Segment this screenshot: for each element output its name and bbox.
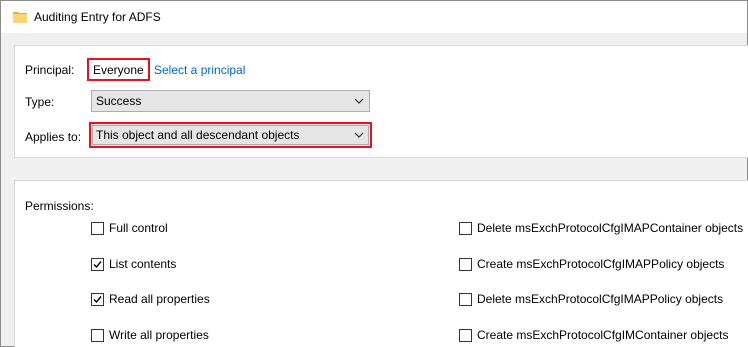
checkbox[interactable] — [91, 221, 104, 235]
chevron-down-icon — [353, 95, 365, 107]
permission-list-contents[interactable]: List contents — [91, 257, 176, 271]
permissions-label: Permissions: — [25, 199, 94, 213]
title-bar: Auditing Entry for ADFS — [1, 1, 747, 33]
checkbox[interactable] — [459, 221, 472, 235]
folder-icon — [13, 11, 27, 23]
permission-label: Write all properties — [109, 328, 209, 342]
type-dropdown-value: Success — [96, 94, 142, 108]
principal-value: Everyone — [87, 58, 150, 81]
window-title: Auditing Entry for ADFS — [34, 10, 161, 24]
permission-write-all-properties[interactable]: Write all properties — [91, 328, 209, 342]
chevron-down-icon — [353, 129, 365, 141]
permission-label: Create msExchProtocolCfgIMContainer obje… — [477, 328, 729, 342]
permission-label: List contents — [109, 257, 177, 271]
permission-read-all-properties[interactable]: Read all properties — [91, 292, 210, 306]
permission-delete-imap-container[interactable]: Delete msExchProtocolCfgIMAPContainer ob… — [459, 221, 743, 235]
permission-label: Create msExchProtocolCfgIMAPPolicy objec… — [477, 257, 725, 271]
type-label: Type: — [25, 95, 55, 109]
applies-to-dropdown[interactable]: This object and all descendant objects — [89, 122, 372, 148]
permission-label: Full control — [109, 221, 168, 235]
checkbox[interactable] — [459, 292, 472, 306]
checkbox[interactable] — [459, 257, 472, 271]
check-icon — [93, 260, 102, 268]
check-icon — [93, 295, 102, 303]
checkbox[interactable] — [91, 292, 104, 306]
checkbox[interactable] — [459, 328, 472, 342]
type-dropdown[interactable]: Success — [91, 90, 370, 112]
permission-create-imap-policy[interactable]: Create msExchProtocolCfgIMAPPolicy objec… — [459, 257, 724, 271]
dialog-window: Auditing Entry for ADFS Principal: Every… — [0, 0, 748, 347]
checkbox[interactable] — [91, 328, 104, 342]
applies-to-label: Applies to: — [25, 130, 82, 144]
checkbox[interactable] — [91, 257, 104, 271]
select-principal-link[interactable]: Select a principal — [154, 63, 245, 77]
permission-label: Delete msExchProtocolCfgIMAPContainer ob… — [477, 221, 744, 235]
entry-settings-panel: Principal: Everyone Select a principal T… — [14, 45, 748, 158]
permission-label: Delete msExchProtocolCfgIMAPPolicy objec… — [477, 292, 724, 306]
applies-to-dropdown-value: This object and all descendant objects — [96, 128, 300, 142]
permission-delete-imap-policy[interactable]: Delete msExchProtocolCfgIMAPPolicy objec… — [459, 292, 723, 306]
permission-full-control[interactable]: Full control — [91, 221, 168, 235]
principal-label: Principal: — [25, 63, 75, 77]
permissions-panel: Permissions: Full control List contents … — [14, 180, 748, 347]
permission-label: Read all properties — [109, 292, 210, 306]
permission-create-im-container[interactable]: Create msExchProtocolCfgIMContainer obje… — [459, 328, 728, 342]
